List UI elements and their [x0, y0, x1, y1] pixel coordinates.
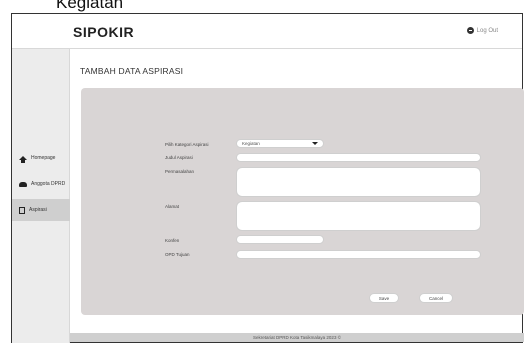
alamat-textarea[interactable] [236, 201, 481, 231]
app-window: SIPOKIR Log Out Homepage Anggota DPRD As… [11, 13, 524, 343]
sidebar-item-aspirasi[interactable]: Aspirasi [12, 199, 70, 221]
page-title: TAMBAH DATA ASPIRASI [80, 66, 184, 76]
judul-input[interactable] [236, 153, 481, 162]
brand-logo: SIPOKIR [73, 24, 135, 40]
permasalahan-label: Permasalahan [165, 169, 195, 174]
group-icon [19, 181, 27, 187]
opd-input[interactable] [236, 250, 481, 259]
top-bar: SIPOKIR Log Out [12, 14, 522, 49]
permasalahan-textarea[interactable] [236, 167, 481, 197]
footer: Sekretariat DPRD Kota Tasikmalaya 2023 © [70, 333, 524, 342]
form-panel: Pilih Kategori Aspirasi Kegiatan Judul A… [81, 88, 524, 315]
document-icon [19, 206, 25, 214]
sidebar-item-homepage[interactable]: Homepage [12, 147, 70, 169]
sidebar-item-label: Anggota DPRD [31, 181, 66, 187]
kategori-value: Kegiatan [242, 141, 260, 146]
sidebar-item-label: Homepage [31, 155, 56, 161]
logout-button[interactable]: Log Out [466, 27, 498, 34]
kategori-label: Pilih Kategori Aspirasi [165, 142, 209, 147]
alamat-label: Alamat [165, 204, 180, 209]
chevron-down-icon [312, 142, 318, 145]
opd-label: OPD Tujuan [165, 252, 190, 257]
konfen-label: Konfen [165, 238, 180, 243]
sidebar-item-label: Aspirasi [29, 207, 47, 213]
sidebar-item-anggota-dprd[interactable]: Anggota DPRD [12, 173, 70, 195]
home-icon [19, 156, 27, 163]
save-button[interactable]: Save [369, 293, 399, 303]
judul-label: Judul Aspirasi [165, 155, 193, 160]
sidebar: Homepage Anggota DPRD Aspirasi [12, 49, 70, 343]
outer-caption: Kegiatan [56, 0, 124, 12]
konfen-input[interactable] [236, 235, 324, 244]
logout-label: Log Out [476, 27, 498, 34]
cancel-button[interactable]: Cancel [419, 293, 453, 303]
kategori-select[interactable]: Kegiatan [236, 139, 324, 148]
logout-icon [466, 27, 474, 34]
